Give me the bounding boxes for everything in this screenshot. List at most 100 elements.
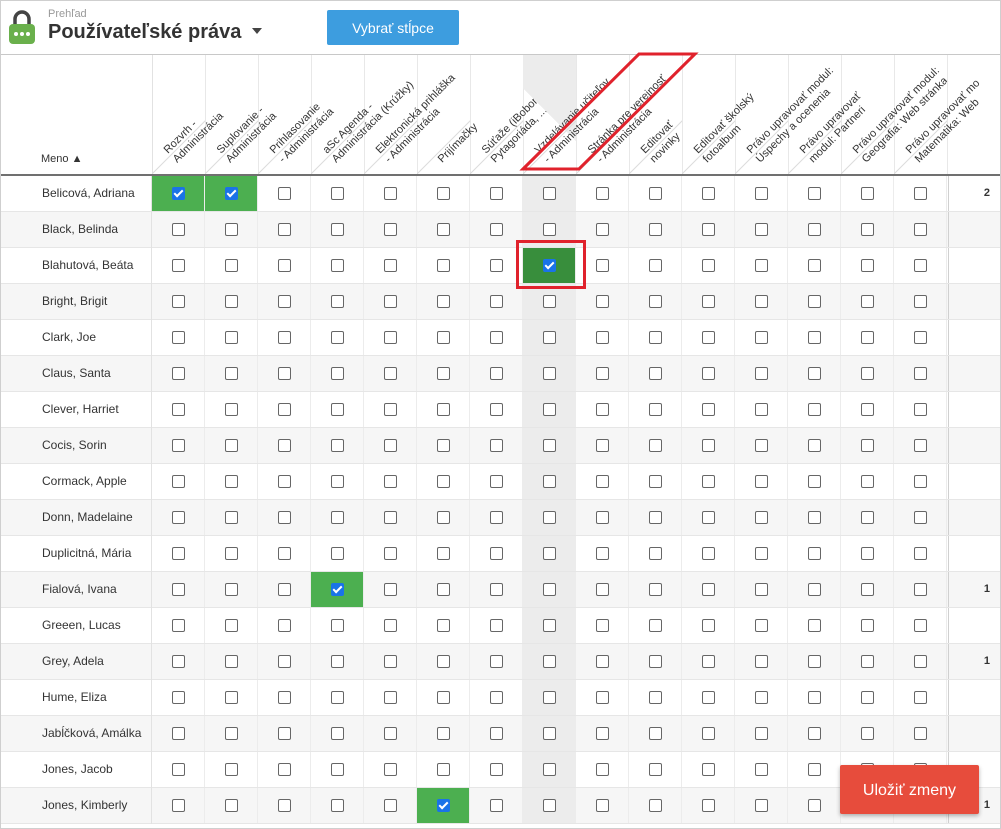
checkbox[interactable] (172, 295, 185, 308)
checkbox[interactable] (278, 259, 291, 272)
name-sort-label[interactable]: Meno ▲ (41, 153, 82, 165)
checkbox[interactable] (649, 187, 662, 200)
checkbox[interactable] (914, 403, 927, 416)
select-columns-button[interactable]: Vybrať stĺpce (327, 10, 459, 45)
checkbox[interactable] (331, 187, 344, 200)
checkbox[interactable] (172, 367, 185, 380)
checkbox[interactable] (596, 619, 609, 632)
checkbox[interactable] (384, 439, 397, 452)
checkbox[interactable] (331, 727, 344, 740)
checkbox[interactable] (702, 619, 715, 632)
checkbox[interactable] (543, 655, 556, 668)
checkbox[interactable] (384, 295, 397, 308)
checkbox[interactable] (914, 367, 927, 380)
checkbox[interactable] (543, 511, 556, 524)
checkbox[interactable] (225, 763, 238, 776)
checkbox[interactable] (596, 331, 609, 344)
checkbox[interactable] (490, 727, 503, 740)
checkbox[interactable] (808, 547, 821, 560)
checkbox[interactable] (331, 547, 344, 560)
checkbox[interactable] (861, 583, 874, 596)
checkbox-checked[interactable] (437, 799, 450, 812)
checkbox[interactable] (755, 655, 768, 668)
checkbox[interactable] (649, 547, 662, 560)
checkbox[interactable] (596, 223, 609, 236)
checkbox[interactable] (755, 259, 768, 272)
user-name[interactable]: Hume, Eliza (42, 680, 107, 715)
checkbox[interactable] (808, 619, 821, 632)
checkbox[interactable] (914, 655, 927, 668)
checkbox[interactable] (437, 763, 450, 776)
user-name[interactable]: Claus, Santa (42, 356, 111, 391)
checkbox[interactable] (914, 187, 927, 200)
user-name[interactable]: Jones, Jacob (42, 752, 113, 787)
checkbox[interactable] (702, 295, 715, 308)
column-header-12[interactable]: Právo upravovať modul: Partneri (788, 55, 868, 174)
checkbox[interactable] (331, 475, 344, 488)
checkbox[interactable] (914, 223, 927, 236)
checkbox[interactable] (543, 187, 556, 200)
checkbox[interactable] (278, 439, 291, 452)
checkbox[interactable] (384, 619, 397, 632)
checkbox[interactable] (755, 691, 768, 704)
checkbox[interactable] (702, 583, 715, 596)
checkbox[interactable] (490, 187, 503, 200)
checkbox[interactable] (702, 475, 715, 488)
checkbox[interactable] (702, 403, 715, 416)
checkbox[interactable] (172, 223, 185, 236)
checkbox-checked[interactable] (543, 259, 556, 272)
checkbox[interactable] (755, 799, 768, 812)
checkbox[interactable] (543, 691, 556, 704)
checkbox[interactable] (225, 331, 238, 344)
checkbox[interactable] (278, 403, 291, 416)
checkbox[interactable] (543, 583, 556, 596)
user-name[interactable]: Donn, Madelaine (42, 500, 133, 535)
user-name[interactable]: Fialová, Ivana (42, 572, 117, 607)
checkbox[interactable] (808, 655, 821, 668)
checkbox[interactable] (225, 475, 238, 488)
checkbox[interactable] (755, 583, 768, 596)
checkbox[interactable] (225, 295, 238, 308)
checkbox[interactable] (649, 727, 662, 740)
column-header-6[interactable]: Súťaže (iBobor, Pytagoriáda, ...) (470, 55, 552, 174)
checkbox[interactable] (225, 655, 238, 668)
checkbox[interactable] (278, 475, 291, 488)
checkbox[interactable] (384, 187, 397, 200)
column-header-13[interactable]: Právo upravovať modul: Geografia: Web st… (841, 55, 950, 174)
checkbox[interactable] (702, 727, 715, 740)
checkbox[interactable] (384, 331, 397, 344)
checkbox[interactable] (702, 547, 715, 560)
checkbox[interactable] (861, 547, 874, 560)
checkbox[interactable] (861, 223, 874, 236)
checkbox[interactable] (861, 691, 874, 704)
checkbox[interactable] (490, 439, 503, 452)
checkbox[interactable] (861, 727, 874, 740)
checkbox[interactable] (490, 799, 503, 812)
checkbox[interactable] (649, 295, 662, 308)
checkbox[interactable] (490, 259, 503, 272)
checkbox[interactable] (172, 799, 185, 812)
checkbox[interactable] (331, 223, 344, 236)
checkbox[interactable] (808, 259, 821, 272)
checkbox[interactable] (596, 367, 609, 380)
checkbox[interactable] (808, 187, 821, 200)
checkbox[interactable] (914, 727, 927, 740)
checkbox[interactable] (649, 799, 662, 812)
checkbox-checked[interactable] (225, 187, 238, 200)
checkbox[interactable] (384, 475, 397, 488)
checkbox[interactable] (596, 547, 609, 560)
checkbox[interactable] (543, 223, 556, 236)
checkbox[interactable] (490, 691, 503, 704)
checkbox[interactable] (384, 403, 397, 416)
checkbox[interactable] (649, 475, 662, 488)
checkbox[interactable] (225, 547, 238, 560)
checkbox[interactable] (543, 403, 556, 416)
column-header-3[interactable]: aSc Agenda - Administrácia (Krúžky) (311, 55, 416, 174)
checkbox[interactable] (914, 331, 927, 344)
checkbox[interactable] (861, 331, 874, 344)
user-name[interactable]: Greeen, Lucas (42, 608, 121, 643)
checkbox[interactable] (225, 439, 238, 452)
checkbox[interactable] (596, 691, 609, 704)
checkbox[interactable] (702, 259, 715, 272)
checkbox[interactable] (490, 295, 503, 308)
